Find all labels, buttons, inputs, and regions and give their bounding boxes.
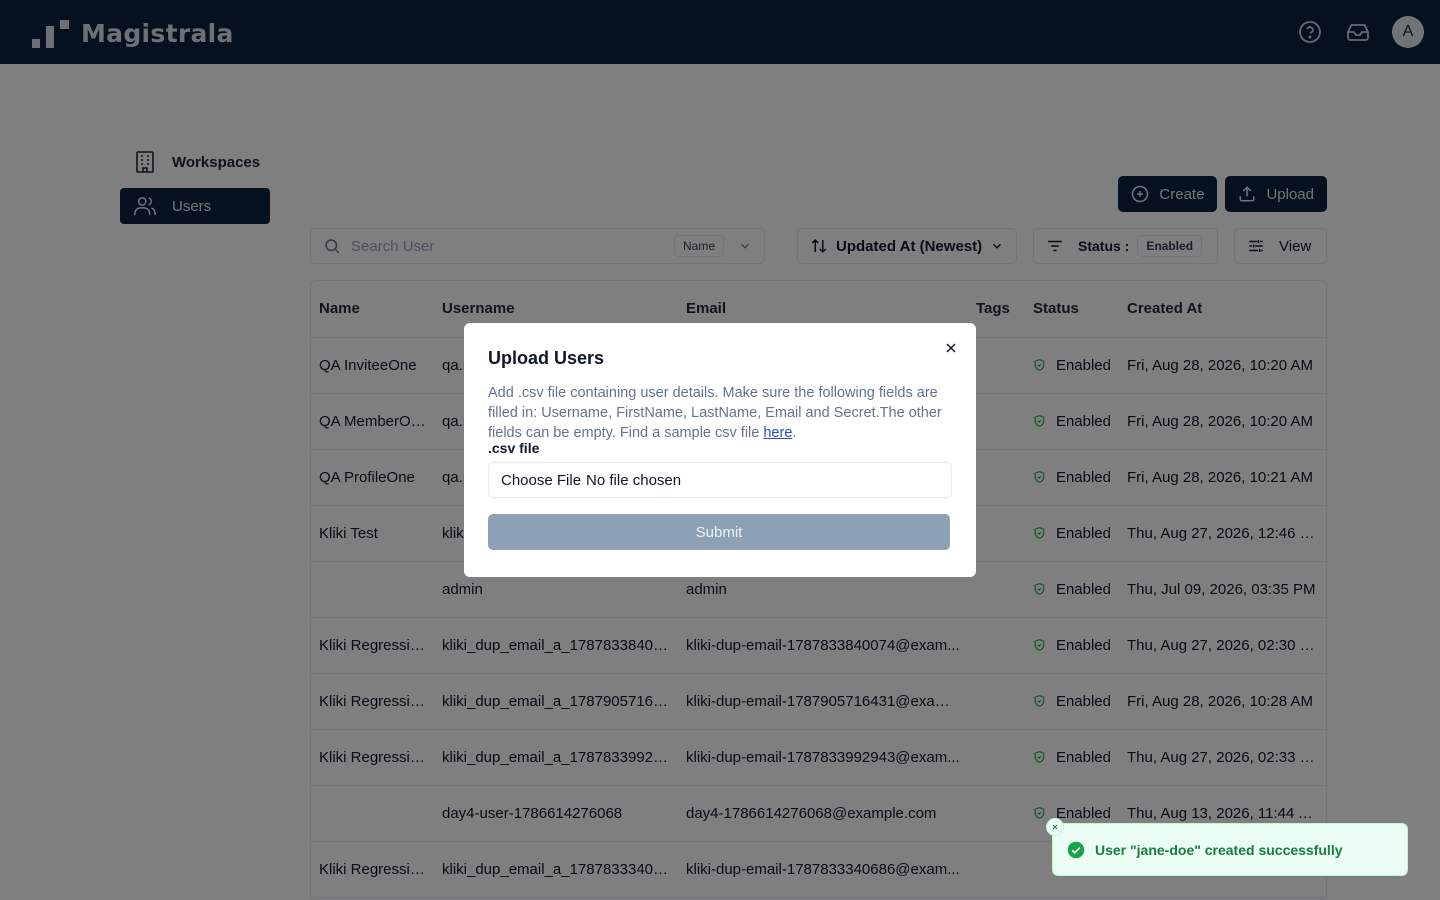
submit-button[interactable]: Submit <box>488 514 950 550</box>
dialog-description-end: . <box>792 425 797 441</box>
success-toast: User "jane-doe" created successfully <box>1046 818 1408 876</box>
choose-file-button[interactable]: Choose File <box>501 472 581 489</box>
toast-message: User "jane-doe" created successfully <box>1095 841 1343 858</box>
file-status-text: No file chosen <box>586 471 682 489</box>
dialog-description: Add .csv file containing user details. M… <box>488 383 952 443</box>
toast-close-icon[interactable] <box>1046 818 1064 836</box>
dialog-title: Upload Users <box>488 348 605 368</box>
check-circle-icon <box>1067 841 1085 858</box>
dialog-description-text: Add .csv file containing user details. M… <box>488 385 942 441</box>
close-icon[interactable] <box>943 340 959 356</box>
sample-csv-link[interactable]: here <box>763 425 792 441</box>
csv-file-input[interactable]: Choose File No file chosen <box>488 462 952 498</box>
upload-users-dialog: Upload Users Add .csv file containing us… <box>464 323 976 577</box>
